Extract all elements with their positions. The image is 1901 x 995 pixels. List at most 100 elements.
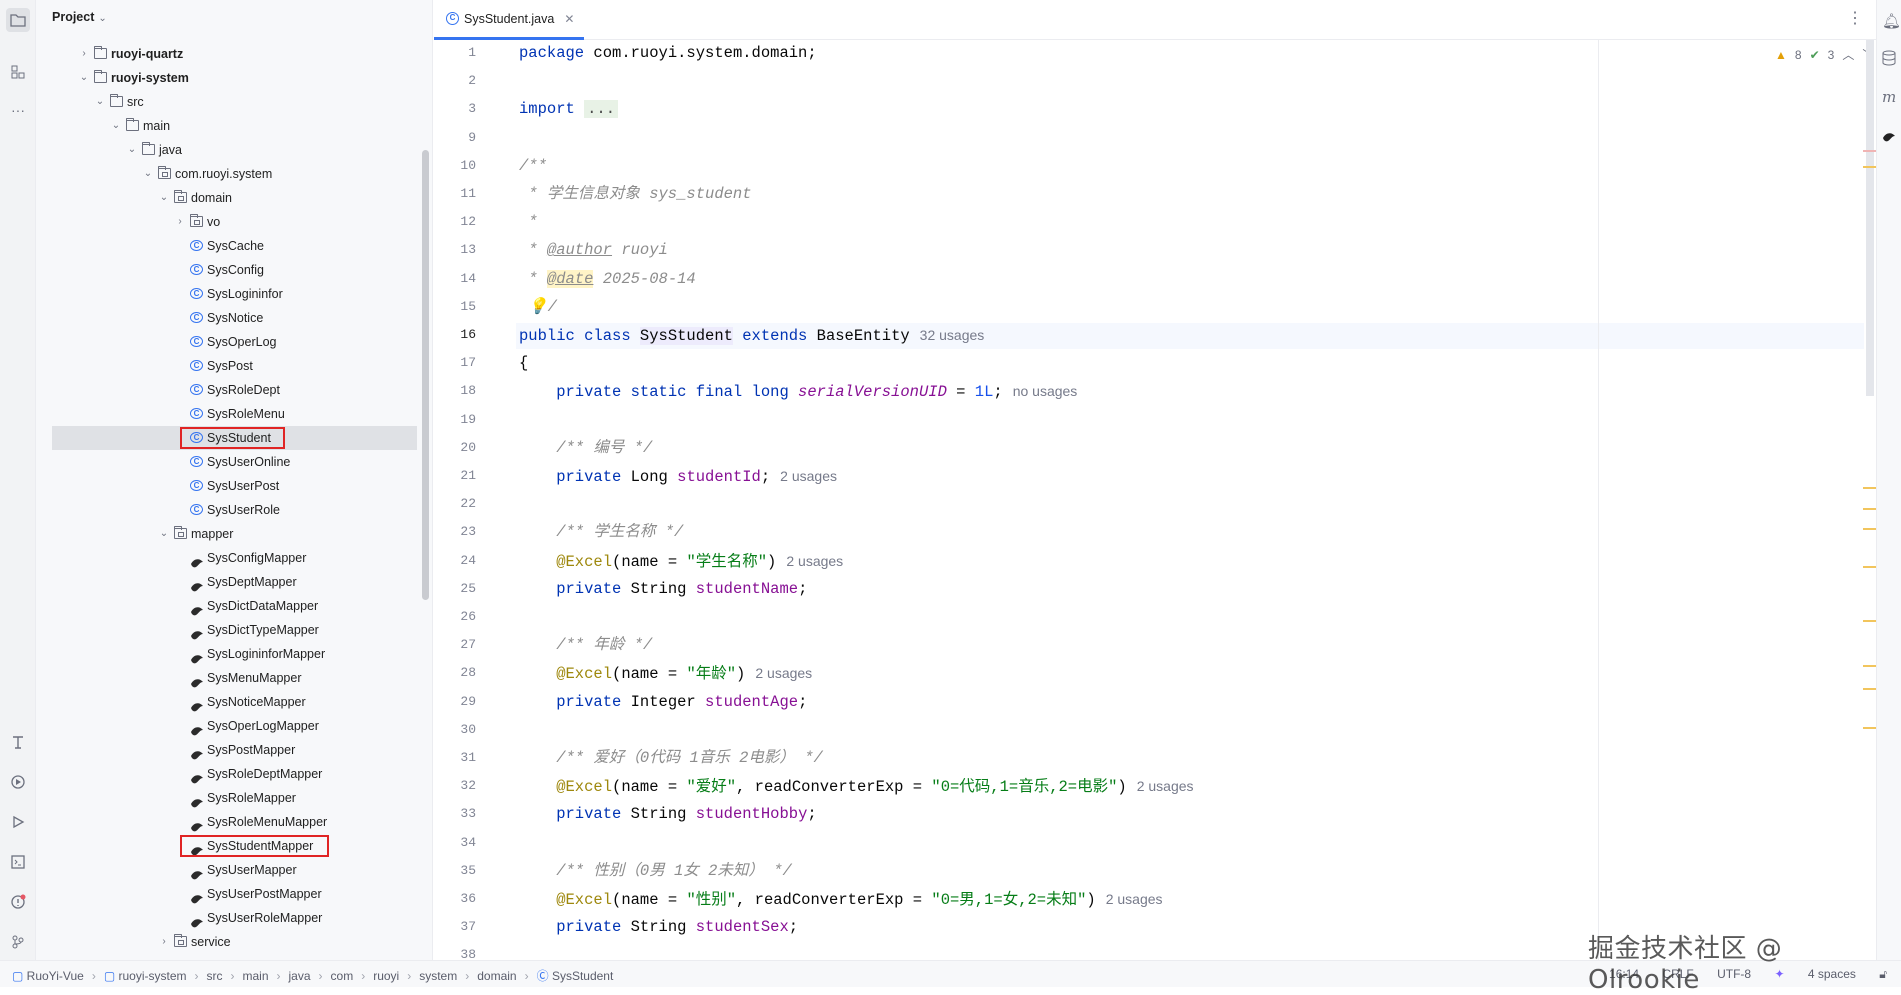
tree-item-sysdicttypemapper[interactable]: SysDictTypeMapper [36,618,421,642]
tree-item-sysrolemenu[interactable]: C SysRoleMenu [36,402,421,426]
project-panel-title[interactable]: Project ⌄ [52,10,107,24]
terminal-icon[interactable] [6,850,30,874]
tree-item-sysusermapper[interactable]: SysUserMapper [36,858,421,882]
code-line[interactable]: { [519,351,528,375]
chevron-down-icon[interactable]: ⌄ [142,162,154,186]
breadcrumb-item[interactable]: com [331,969,354,983]
code-line[interactable]: ›import ... [519,97,619,121]
notifications-icon[interactable]: 🔔︎ [1882,12,1901,30]
more-tools-icon[interactable]: ··· [6,98,30,122]
error-stripe-mark[interactable] [1863,150,1876,152]
tree-item-sysroledeptmapper[interactable]: SysRoleDeptMapper [36,762,421,786]
database-icon[interactable] [1882,50,1896,70]
tree-item-sysmenumapper[interactable]: SysMenuMapper [36,666,421,690]
tree-item-syspostmapper[interactable]: SysPostMapper [36,738,421,762]
breadcrumb-item[interactable]: domain [477,969,516,983]
project-scrollbar[interactable] [422,150,429,600]
maven-icon[interactable]: m [1882,88,1896,106]
tree-item-domain[interactable]: ⌄ domain [36,186,421,210]
chevron-down-icon[interactable]: ⌄ [94,90,106,114]
tree-item-src[interactable]: ⌄ src [36,90,421,114]
code-line[interactable]: * @author ruoyi [519,238,668,262]
code-line[interactable]: /** 编号 */ [519,436,652,460]
usages-hint[interactable]: 2 usages [780,468,837,484]
warning-stripe-mark[interactable] [1863,528,1876,530]
warning-stripe-mark[interactable] [1863,665,1876,667]
code-line[interactable]: public class SysStudent extends BaseEnti… [519,323,984,347]
tree-item-main[interactable]: ⌄ main [36,114,421,138]
warning-stripe-mark[interactable] [1863,688,1876,690]
warning-stripe-mark[interactable] [1863,166,1876,168]
breadcrumb-item[interactable]: RuoYi-Vue [27,969,84,983]
tree-item-sysuserrolemapper[interactable]: SysUserRoleMapper [36,906,421,930]
tree-item-sysuserrole[interactable]: C SysUserRole [36,498,421,522]
services-icon[interactable] [6,770,30,794]
tree-item-sysroledept[interactable]: C SysRoleDept [36,378,421,402]
tree-item-ruoyi-system[interactable]: ⌄ ruoyi-system [36,66,421,90]
warning-stripe-mark[interactable] [1863,566,1876,568]
code-line[interactable]: 💡/ [519,295,557,319]
code-line[interactable]: package com.ruoyi.system.domain; [519,41,817,65]
code-line[interactable]: /** 性别（0男 1女 2未知） */ [519,859,792,883]
tree-item-sysoperlog[interactable]: C SysOperLog [36,330,421,354]
tree-item-com-ruoyi-system[interactable]: ⌄ com.ruoyi.system [36,162,421,186]
tree-item-sysuserpost[interactable]: C SysUserPost [36,474,421,498]
code-line[interactable]: @Excel(name = "爱好", readConverterExp = "… [519,774,1194,798]
breadcrumb-item[interactable]: ruoyi-system [118,969,186,983]
breadcrumb-item[interactable]: ruoyi [373,969,399,983]
tree-item-ruoyi-quartz[interactable]: › ruoyi-quartz [36,42,421,66]
usages-hint[interactable]: 2 usages [755,665,812,681]
more-actions-icon[interactable]: ⋮ [1847,8,1863,28]
run-icon[interactable] [6,810,30,834]
tree-item-mapper[interactable]: ⌄ mapper [36,522,421,546]
tree-item-vo[interactable]: › vo [36,210,421,234]
chevron-right-icon[interactable]: › [78,42,90,66]
code-token[interactable]: ... [584,100,619,119]
code-line[interactable]: /** [519,154,547,178]
warning-stripe-mark[interactable] [1863,727,1876,729]
chevron-right-icon[interactable]: › [158,930,170,954]
code-line[interactable]: private String studentHobby; [519,802,816,826]
breadcrumb-item[interactable]: system [419,969,457,983]
tree-item-sysnotice[interactable]: C SysNotice [36,306,421,330]
editor-scrollbar[interactable] [1866,40,1874,396]
tree-item-syscache[interactable]: C SysCache [36,234,421,258]
close-icon[interactable]: ✕ [564,12,574,26]
tree-item-sysconfigmapper[interactable]: SysConfigMapper [36,546,421,570]
chevron-right-icon[interactable]: › [174,210,186,234]
warning-stripe-mark[interactable] [1863,508,1876,510]
code-editor[interactable]: package com.ruoyi.system.domain; ›import … [516,40,1860,960]
usages-hint[interactable]: 2 usages [1137,778,1194,794]
build-icon[interactable] [6,730,30,754]
usages-hint[interactable]: 2 usages [1106,891,1163,907]
code-line[interactable]: @Excel(name = "年龄") 2 usages [519,661,812,685]
tree-item-sysrolemapper[interactable]: SysRoleMapper [36,786,421,810]
code-line[interactable]: * 学生信息对象 sys_student [519,182,751,206]
tree-item-sysrolemenumapper[interactable]: SysRoleMenuMapper [36,810,421,834]
warning-stripe-mark[interactable] [1863,487,1876,489]
project-folder-icon[interactable] [6,8,30,32]
structure-icon[interactable] [6,60,30,84]
tree-item-java[interactable]: ⌄ java [36,138,421,162]
chevron-down-icon[interactable]: ⌄ [126,138,138,162]
tree-item-syspost[interactable]: C SysPost [36,354,421,378]
tree-item-sysdeptmapper[interactable]: SysDeptMapper [36,570,421,594]
code-line[interactable]: /** 年龄 */ [519,633,652,657]
git-icon[interactable] [6,930,30,954]
usages-hint[interactable]: no usages [1013,383,1078,399]
code-line[interactable]: @Excel(name = "学生名称") 2 usages [519,549,843,573]
tree-item-syslogininformapper[interactable]: SysLogininforMapper [36,642,421,666]
code-line[interactable]: private String studentSex; [519,915,798,939]
code-line[interactable]: private static final long serialVersionU… [519,379,1077,403]
tree-item-sysoperlogmapper[interactable]: SysOperLogMapper [36,714,421,738]
code-line[interactable]: /** 爱好（0代码 1音乐 2电影） */ [519,746,823,770]
code-line[interactable]: private Integer studentAge; [519,690,807,714]
code-line[interactable]: private Long studentId; 2 usages [519,464,837,488]
breadcrumb-item[interactable]: java [289,969,311,983]
breadcrumb-item[interactable]: src [207,969,223,983]
code-line[interactable]: * @date 2025-08-14 [519,267,696,291]
tree-item-sysnoticemapper[interactable]: SysNoticeMapper [36,690,421,714]
tab-sysstudent-java[interactable]: C SysStudent.java ✕ [434,0,584,40]
code-line[interactable]: /** 学生名称 */ [519,520,683,544]
chevron-down-icon[interactable]: ⌄ [78,66,90,90]
